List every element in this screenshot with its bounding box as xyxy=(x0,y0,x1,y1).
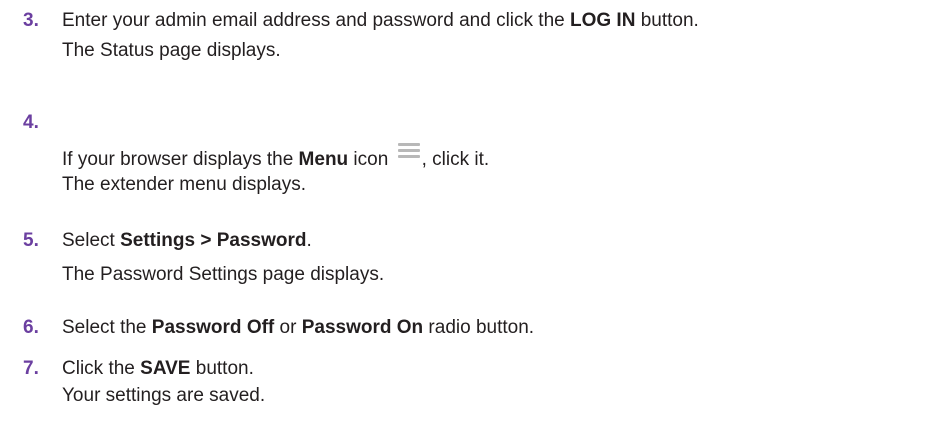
step-result: The Status page displays. xyxy=(62,40,281,61)
step-number: 7. xyxy=(23,358,39,379)
step-result: The Password Settings page displays. xyxy=(62,264,385,285)
settings-password-path: Settings > Password xyxy=(120,230,307,251)
step-number: 5. xyxy=(23,230,39,251)
step-number: 6. xyxy=(23,317,39,338)
step-instruction: Select Settings > Password. xyxy=(62,230,312,251)
log-in-button-label: LOG IN xyxy=(569,10,636,31)
step-result: Your settings are saved. xyxy=(62,385,266,406)
step-instruction: If your browser displays the Menu icon ,… xyxy=(62,141,489,173)
step-instruction: Enter your admin email address and passw… xyxy=(62,10,699,31)
step-instruction: Select the Password Off or Password On r… xyxy=(62,317,535,338)
step-result: The extender menu displays. xyxy=(62,174,306,195)
step-number: 4. xyxy=(23,112,39,133)
menu-label: Menu xyxy=(298,149,349,170)
password-on-label: Password On xyxy=(301,317,424,338)
step-number: 3. xyxy=(23,10,39,31)
menu-icon xyxy=(397,141,420,159)
save-button-label: SAVE xyxy=(140,358,191,379)
step-instruction: Click the SAVE button. xyxy=(62,358,254,379)
password-off-label: Password Off xyxy=(151,317,275,338)
